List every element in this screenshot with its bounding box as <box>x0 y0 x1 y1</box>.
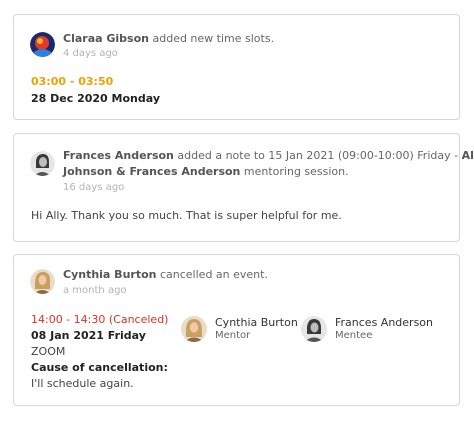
participant-role: Mentor <box>215 330 251 341</box>
blonde-portrait-avatar <box>181 316 207 342</box>
activity-card-cancelled-event: Cynthia Burton cancelled an event. a mon… <box>13 254 460 406</box>
session-participants[interactable]: Johnson & Frances Anderson <box>63 165 240 178</box>
time-ago: a month ago <box>63 285 127 296</box>
event-time-line: 14:00 - 14:30 (Canceled) <box>31 312 168 328</box>
cancel-label: Cause of cancellation: <box>31 361 168 374</box>
slot-date: 28 Dec 2020 Monday <box>31 92 160 105</box>
event-time: 14:00 - 14:30 <box>31 313 106 326</box>
actor-name[interactable]: Frances Anderson <box>63 149 174 162</box>
action-text: added a note to 15 Jan 2021 (09:00-10:00… <box>177 149 459 162</box>
action-text: cancelled an event. <box>159 268 268 281</box>
avatar-claraa-gibson[interactable] <box>30 32 55 57</box>
action-text-2: mentoring session. <box>243 165 349 178</box>
event-location: ZOOM <box>31 345 66 358</box>
avatar-frances-anderson-small <box>301 316 327 342</box>
session-participant[interactable]: Ally <box>462 149 474 162</box>
activity-header: Claraa Gibson added new time slots. <box>63 31 274 47</box>
note-text: Hi Ally. Thank you so much. That is supe… <box>31 209 342 222</box>
actor-name[interactable]: Cynthia Burton <box>63 268 156 281</box>
participant-name: Cynthia Burton <box>215 316 298 329</box>
avatar-cynthia-burton-small <box>181 316 207 342</box>
avatar-cynthia-burton[interactable] <box>30 269 55 294</box>
participant-role: Mentee <box>335 330 373 341</box>
activity-header-line1: Frances Anderson added a note to 15 Jan … <box>63 148 474 164</box>
event-status: (Canceled) <box>108 313 169 326</box>
action-text: added new time slots. <box>152 32 275 45</box>
participant-name: Frances Anderson <box>335 316 434 329</box>
activity-card-note: Frances Anderson added a note to 15 Jan … <box>13 133 474 242</box>
event-date: 08 Jan 2021 Friday <box>31 329 146 342</box>
actor-name[interactable]: Claraa Gibson <box>63 32 149 45</box>
grayscale-portrait-avatar <box>30 151 55 176</box>
time-ago: 4 days ago <box>63 48 118 59</box>
avatar-frances-anderson[interactable] <box>30 151 55 176</box>
activity-header: Cynthia Burton cancelled an event. <box>63 267 268 283</box>
time-ago: 16 days ago <box>63 182 125 193</box>
slot-time: 03:00 - 03:50 <box>31 75 114 88</box>
blonde-portrait-avatar <box>30 269 55 294</box>
activity-header-line2: Johnson & Frances Anderson mentoring ses… <box>63 164 349 180</box>
grayscale-portrait-avatar <box>301 316 327 342</box>
activity-card-time-slots: Claraa Gibson added new time slots. 4 da… <box>13 14 460 120</box>
colorful-avatar-icon <box>30 32 55 57</box>
cancel-reason: I'll schedule again. <box>31 377 134 390</box>
participant-mentee[interactable]: Frances Anderson Mentee <box>301 315 441 343</box>
participant-mentor[interactable]: Cynthia Burton Mentor <box>181 315 301 343</box>
